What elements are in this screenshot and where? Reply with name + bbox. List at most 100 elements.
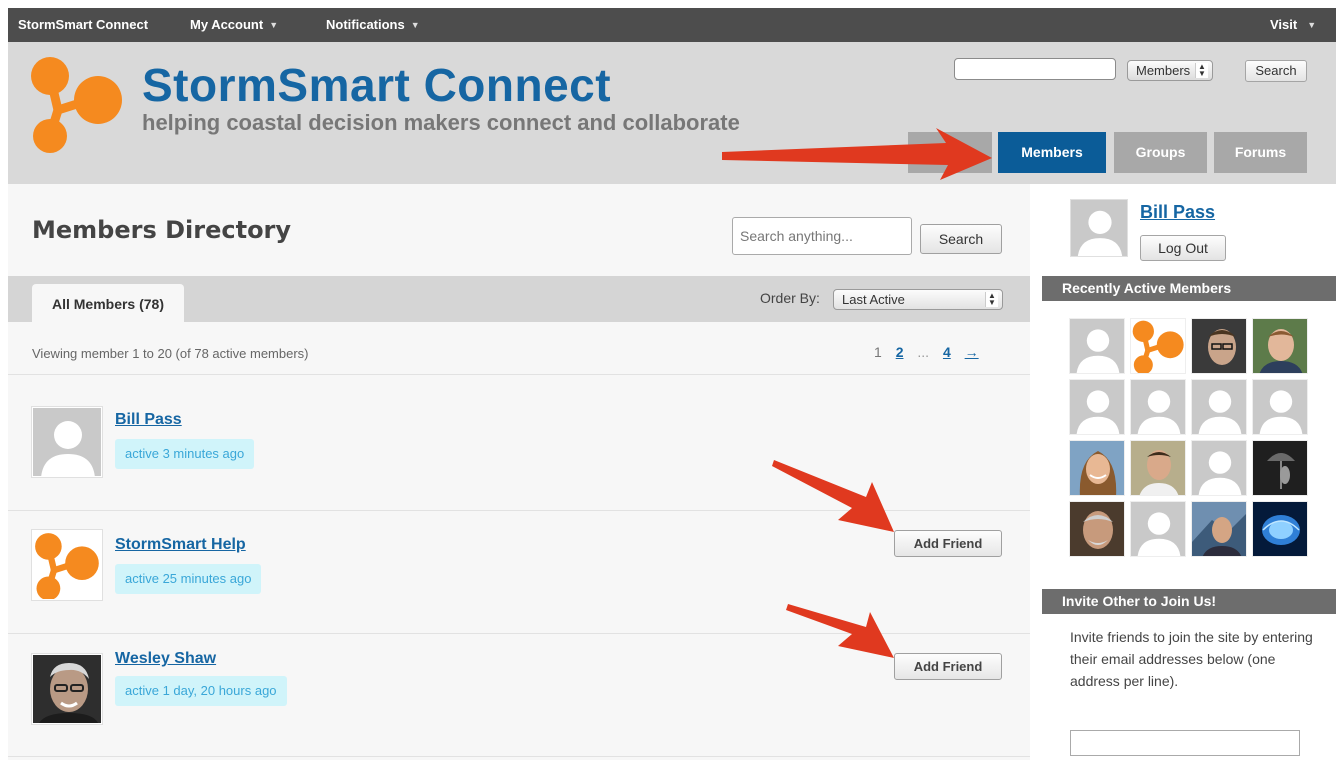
user-photo-icon <box>1131 441 1185 495</box>
user-photo-icon <box>1253 441 1307 495</box>
user-photo-icon <box>1070 441 1124 495</box>
recent-member-avatar[interactable] <box>1069 440 1125 496</box>
recent-member-avatar[interactable] <box>1252 318 1308 374</box>
members-search-input[interactable]: Search anything... <box>732 217 912 255</box>
order-by-label: Order By: <box>760 290 820 306</box>
visit-menu[interactable]: Visit ▼ <box>1270 8 1316 42</box>
member-name-link[interactable]: Wesley Shaw <box>115 650 216 668</box>
current-user-name-link[interactable]: Bill Pass <box>1140 202 1215 223</box>
admin-bar-site-link[interactable]: StormSmart Connect <box>18 8 148 42</box>
divider <box>8 633 1030 634</box>
chevron-down-icon: ▼ <box>410 20 420 30</box>
recent-member-avatar[interactable] <box>1069 501 1125 557</box>
sidebar: Bill Pass Log Out Recently Active Member… <box>1042 184 1336 760</box>
network-logo-icon <box>1132 320 1184 373</box>
avatar[interactable] <box>1070 199 1128 257</box>
notifications-label: Notifications <box>326 17 405 32</box>
activity-badge: active 1 day, 20 hours ago <box>115 676 287 706</box>
add-friend-button[interactable]: Add Friend <box>894 530 1002 557</box>
recent-member-avatar[interactable] <box>1069 379 1125 435</box>
my-account-menu[interactable]: My Account ▼ <box>190 8 278 42</box>
avatar[interactable] <box>31 406 103 478</box>
header-search-button[interactable]: Search <box>1245 60 1307 82</box>
select-arrows-icon: ▲ ▼ <box>1195 63 1208 78</box>
list-item: StormSmart Help active 25 minutes ago Ad… <box>31 529 1002 630</box>
page-link-4[interactable]: 4 <box>943 344 951 360</box>
order-by-value: Last Active <box>842 292 905 307</box>
list-item: Bill Pass active 3 minutes ago <box>31 406 1002 507</box>
recent-member-avatar[interactable] <box>1130 318 1186 374</box>
invite-heading: Invite Other to Join Us! <box>1042 589 1336 614</box>
recent-member-avatar[interactable] <box>1130 440 1186 496</box>
logout-button[interactable]: Log Out <box>1140 235 1226 261</box>
divider <box>8 510 1030 511</box>
user-photo-icon <box>1192 502 1246 556</box>
my-account-label: My Account <box>190 17 264 32</box>
member-count-text: Viewing member 1 to 20 (of 78 active mem… <box>32 346 309 361</box>
tab-forums[interactable]: Forums <box>1214 132 1307 173</box>
header-search-scope-select[interactable]: Members ▲ ▼ <box>1127 60 1213 81</box>
search-scope-value: Members <box>1136 63 1191 78</box>
tab-members[interactable]: Members <box>998 132 1106 173</box>
divider <box>8 756 1030 757</box>
recent-member-avatar[interactable] <box>1130 379 1186 435</box>
chevron-down-icon: ▼ <box>1307 20 1317 30</box>
default-avatar-icon <box>33 408 101 476</box>
recent-members-grid <box>1069 318 1309 558</box>
page-link-2[interactable]: 2 <box>896 344 904 360</box>
default-avatar-icon <box>1253 380 1307 434</box>
next-page-arrow-icon[interactable]: → <box>965 344 979 360</box>
tab-all-members[interactable]: All Members (78) <box>32 284 184 322</box>
site-title[interactable]: StormSmart Connect <box>142 58 611 112</box>
pagination: 1 2 ... 4 → <box>874 344 989 360</box>
site-tagline: helping coastal decision makers connect … <box>142 110 740 135</box>
avatar[interactable] <box>31 653 103 725</box>
network-logo-icon[interactable] <box>28 54 128 154</box>
page-title: Members Directory <box>32 216 292 244</box>
default-avatar-icon <box>1131 380 1185 434</box>
default-avatar-icon <box>1071 200 1127 256</box>
admin-bar-site-label: StormSmart Connect <box>18 17 149 32</box>
header-search-input[interactable] <box>954 58 1116 80</box>
tab-groups[interactable]: Groups <box>1114 132 1207 173</box>
notifications-menu[interactable]: Notifications ▼ <box>326 8 420 42</box>
recent-member-avatar[interactable] <box>1191 379 1247 435</box>
member-name-link[interactable]: StormSmart Help <box>115 536 246 554</box>
recent-member-avatar[interactable] <box>1252 440 1308 496</box>
tab-home[interactable]: Home <box>908 132 992 173</box>
recent-member-avatar[interactable] <box>1252 501 1308 557</box>
invite-email-field[interactable] <box>1070 730 1300 756</box>
order-by-select[interactable]: Last Active ▲ ▼ <box>833 289 1003 310</box>
default-avatar-icon <box>1192 380 1246 434</box>
default-avatar-icon <box>1070 380 1124 434</box>
add-friend-button[interactable]: Add Friend <box>894 653 1002 680</box>
user-photo-icon <box>1192 319 1246 373</box>
page-dots: ... <box>917 344 930 360</box>
network-logo-icon <box>35 533 99 599</box>
recent-member-avatar[interactable] <box>1191 501 1247 557</box>
select-arrows-icon: ▲ ▼ <box>985 292 998 307</box>
default-avatar-icon <box>1070 319 1124 373</box>
user-photo-icon <box>1070 502 1124 556</box>
directory-tabs-bar: All Members (78) Order By: Last Active ▲… <box>8 276 1030 322</box>
brain-icon <box>1253 502 1307 556</box>
user-photo-icon <box>1253 319 1307 373</box>
site-header: StormSmart Connect helping coastal decis… <box>8 42 1336 184</box>
recent-member-avatar[interactable] <box>1191 440 1247 496</box>
activity-badge: active 25 minutes ago <box>115 564 262 594</box>
recent-member-avatar[interactable] <box>1252 379 1308 435</box>
avatar[interactable] <box>31 529 103 601</box>
default-avatar-icon <box>1131 502 1185 556</box>
default-avatar-icon <box>1192 441 1246 495</box>
page-current: 1 <box>874 344 882 360</box>
main-content: Members Directory Search anything... Sea… <box>8 184 1030 760</box>
user-photo-icon <box>33 655 101 723</box>
recent-members-heading: Recently Active Members <box>1042 276 1336 301</box>
chevron-down-icon: ▼ <box>269 20 279 30</box>
member-name-link[interactable]: Bill Pass <box>115 411 182 429</box>
recent-member-avatar[interactable] <box>1130 501 1186 557</box>
members-search-button[interactable]: Search <box>920 224 1002 254</box>
recent-member-avatar[interactable] <box>1191 318 1247 374</box>
invite-description: Invite friends to join the site by enter… <box>1070 629 1313 689</box>
recent-member-avatar[interactable] <box>1069 318 1125 374</box>
